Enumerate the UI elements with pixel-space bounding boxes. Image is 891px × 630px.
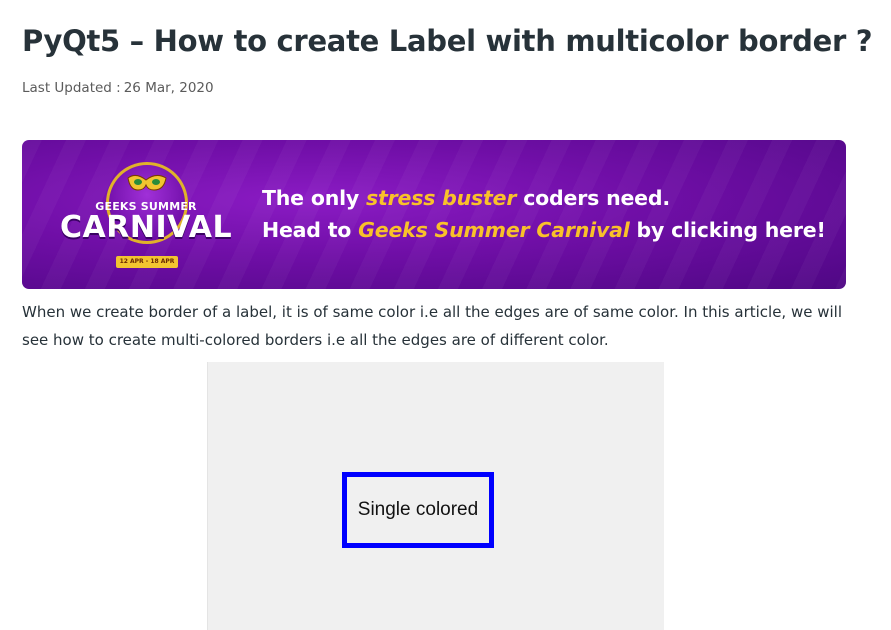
banner-line2-prefix: Head to (262, 218, 359, 242)
last-updated-date: 26 Mar, 2020 (123, 80, 214, 96)
article-intro: When we create border of a label, it is … (22, 303, 843, 349)
last-updated-label: Last Updated : (22, 80, 121, 96)
banner-line2-highlight: Geeks Summer Carnival (358, 218, 630, 242)
summer-carnival-banner[interactable]: GEEKS SUMMER CARNIVAL 12 APR - 18 APR Th… (22, 140, 846, 289)
logo-title: CARNIVAL (60, 210, 233, 245)
single-colored-label: Single colored (342, 472, 494, 548)
carnival-mask-icon (127, 174, 167, 191)
banner-line1-prefix: The only (262, 186, 367, 210)
banner-headline-1: The only stress buster coders need. (262, 186, 670, 210)
banner-line1-highlight: stress buster (366, 186, 517, 210)
demo-screenshot: Single colored (207, 362, 664, 630)
banner-line1-suffix: coders need. (516, 186, 670, 210)
logo-date-ribbon: 12 APR - 18 APR (116, 256, 178, 268)
banner-headline-2: Head to Geeks Summer Carnival by clickin… (262, 218, 826, 242)
carnival-logo: GEEKS SUMMER CARNIVAL 12 APR - 18 APR (60, 160, 232, 272)
article-title: PyQt5 – How to create Label with multico… (22, 24, 873, 58)
last-updated: Last Updated :26 Mar, 2020 (22, 80, 214, 96)
banner-line2-suffix: by clicking here! (629, 218, 826, 242)
article-page: PyQt5 – How to create Label with multico… (0, 0, 891, 630)
